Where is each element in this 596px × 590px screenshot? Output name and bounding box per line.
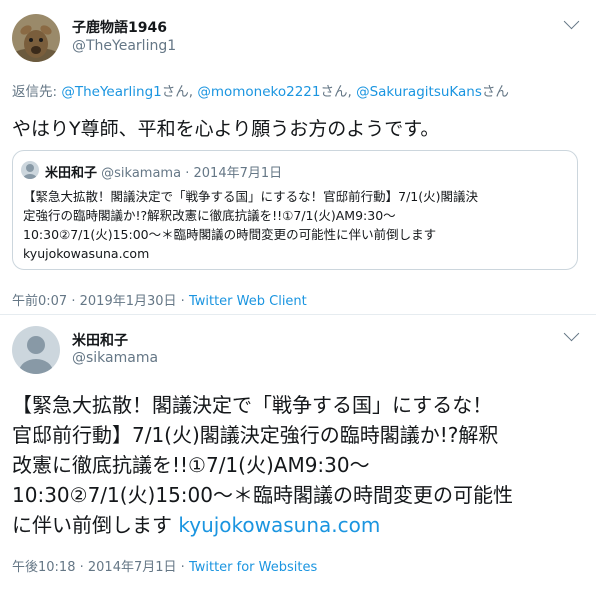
tweet1-more-chevron-icon[interactable] <box>563 13 580 30</box>
quote-body: 【緊急大拡散！閣議決定で「戦争する国」にするな！官邸前行動】7/1(火)閣議決 … <box>23 187 573 263</box>
quote-author-handle: @sikamama <box>101 166 182 181</box>
tweet2-date[interactable]: 2014年7月1日 <box>88 560 177 575</box>
tweet2-line-3: 改憲に徹底抗議を!!①7/1(火)AM9:30〜 <box>12 453 370 477</box>
tweet2-line-5: に伴い前倒します kyujokowasuna.com <box>12 510 587 540</box>
tweet1-author-name[interactable]: 子鹿物語1946 <box>72 17 167 37</box>
tweet2-text: 【緊急大拡散！閣議決定で「戦争する国」にするな！ 官邸前行動】7/1(火)閣議決… <box>12 390 587 540</box>
tweet-divider <box>0 314 596 315</box>
avatar-default[interactable] <box>12 326 60 374</box>
reply-handle-2[interactable]: @momoneko2221 <box>197 84 320 100</box>
quote-line-1: 【緊急大拡散！閣議決定で「戦争する国」にするな！官邸前行動】7/1(火)閣議決 <box>23 189 478 204</box>
reply-sep-2: , <box>347 84 357 100</box>
tweet2-line-1: 【緊急大拡散！閣議決定で「戦争する国」にするな！ <box>12 393 493 417</box>
tweet2-dot-2: · <box>180 560 185 575</box>
tweet2-link[interactable]: kyujokowasuna.com <box>178 513 380 537</box>
tweet2-line-2: 官邸前行動】7/1(火)閣議決定強行の臨時閣議か!?解釈 <box>12 423 499 447</box>
avatar-deer[interactable] <box>12 14 60 62</box>
reply-suffix-3: さん <box>481 84 509 100</box>
tweet2-author-handle[interactable]: @sikamama <box>72 350 158 366</box>
tweet2-time[interactable]: 午後10:18 <box>12 560 75 575</box>
tweet2-line-5-text: に伴い前倒します <box>12 513 179 537</box>
reply-suffix-1: さん <box>161 84 189 100</box>
reply-to-line: 返信先: @TheYearling1さん, @momoneko2221さん, @… <box>12 80 509 100</box>
tweet1-dot-1: · <box>71 294 76 309</box>
tweet2-author-name[interactable]: 米田和子 <box>72 330 128 350</box>
tweet2-client[interactable]: Twitter for Websites <box>189 560 317 575</box>
tweet2-dot-1: · <box>79 560 84 575</box>
reply-handle-3[interactable]: @SakuragitsuKans <box>356 84 482 100</box>
quote-avatar <box>21 161 39 179</box>
quote-line-4: kyujokowasuna.com <box>23 246 150 261</box>
reply-prefix: 返信先: <box>12 84 62 100</box>
tweet2-more-chevron-icon[interactable] <box>563 325 580 342</box>
tweet1-text: やはりY尊師、平和を心より願うお方のようです。 <box>12 118 440 140</box>
quote-author-name: 米田和子 <box>45 166 98 181</box>
tweet2-meta: 午後10:18 · 2014年7月1日 · Twitter for Websit… <box>12 556 317 575</box>
quote-header: 米田和子 @sikamama · 2014年7月1日 <box>45 162 282 181</box>
quoted-tweet-card[interactable]: 米田和子 @sikamama · 2014年7月1日 【緊急大拡散！閣議決定で「… <box>12 150 578 270</box>
quote-date: 2014年7月1日 <box>193 166 283 181</box>
tweet1-time[interactable]: 午前0:07 <box>12 294 67 309</box>
quote-line-2: 定強行の臨時閣議か!?解釈改憲に徹底抗議を!!①7/1(火)AM9:30〜 <box>23 208 396 223</box>
tweet1-author-handle[interactable]: @TheYearling1 <box>72 38 176 54</box>
quote-line-3: 10:30②7/1(火)15:00〜＊臨時閣議の時間変更の可能性に伴い前倒します <box>23 227 437 242</box>
tweet1-meta: 午前0:07 · 2019年1月30日 · Twitter Web Client <box>12 290 307 309</box>
tweet2-line-4: 10:30②7/1(火)15:00〜＊臨時閣議の時間変更の可能性 <box>12 483 513 507</box>
tweet1-dot-2: · <box>180 294 185 309</box>
quote-dot: · <box>185 166 190 181</box>
reply-handle-1[interactable]: @TheYearling1 <box>61 84 161 100</box>
tweet1-client[interactable]: Twitter Web Client <box>189 294 307 309</box>
reply-suffix-2: さん <box>320 84 348 100</box>
tweet1-date[interactable]: 2019年1月30日 <box>80 294 177 309</box>
